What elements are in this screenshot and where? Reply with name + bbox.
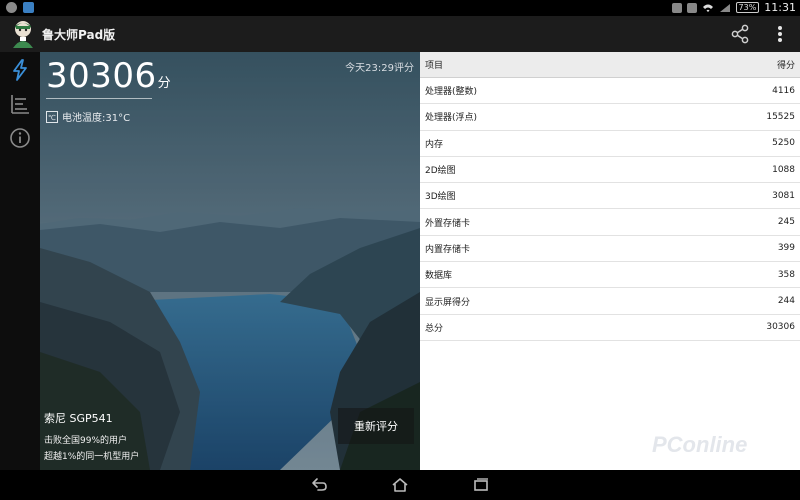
row-score: 15525 (766, 111, 795, 122)
wifi-icon (702, 4, 713, 12)
column-header-score: 得分 (776, 61, 795, 71)
table-row[interactable]: 2D绘图 1088 (420, 157, 800, 184)
table-row[interactable]: 内置存储卡 399 (420, 236, 800, 263)
overflow-menu-icon[interactable] (770, 22, 790, 46)
share-icon[interactable] (728, 22, 752, 46)
row-score: 1088 (772, 164, 795, 175)
row-item: 处理器(浮点) (425, 113, 478, 124)
watermark: PConline (652, 432, 748, 457)
row-score: 3081 (772, 190, 795, 201)
app-title: 鲁大师Pad版 (42, 28, 116, 42)
table-row[interactable]: 处理器(浮点) 15525 (420, 104, 800, 131)
side-nav (0, 52, 40, 470)
action-bar: 鲁大师Pad版 (0, 16, 800, 52)
back-icon[interactable] (310, 477, 328, 493)
row-score: 30306 (766, 322, 795, 333)
list-icon[interactable] (8, 92, 32, 116)
battery-temperature-text: 电池温度:31°C (62, 113, 131, 124)
row-item: 内存 (425, 139, 444, 150)
row-score: 245 (777, 217, 795, 228)
row-score: 399 (777, 243, 795, 254)
alarm-icon (686, 2, 697, 13)
row-item: 外置存储卡 (425, 218, 471, 229)
thermometer-icon: ℃ (46, 110, 58, 123)
signal-icon (719, 3, 730, 12)
recents-icon[interactable] (472, 477, 490, 493)
svg-text:℃: ℃ (48, 114, 56, 122)
table-row[interactable]: 外置存储卡 245 (420, 209, 800, 236)
row-score: 244 (777, 296, 795, 307)
notification-icons (6, 2, 34, 13)
row-score: 5250 (772, 138, 795, 149)
info-icon[interactable] (8, 126, 32, 150)
clock: 11:31 (764, 1, 796, 14)
home-icon[interactable] (391, 477, 409, 493)
battery-temperature: ℃ 电池温度:31°C (46, 109, 130, 124)
notification-icon (6, 2, 17, 13)
evaluation-time: 今天23:29评分 (345, 63, 414, 74)
score-table: 项目 得分 处理器(整数) 4116 处理器(浮点) 15525 内存 5250 2D… (420, 52, 800, 470)
app-notification-icon (23, 2, 34, 13)
status-bar: 73% 11:31 (0, 0, 800, 16)
column-header-item: 项目 (425, 61, 444, 71)
table-row[interactable]: 3D绘图 3081 (420, 183, 800, 210)
rescore-button[interactable]: 重新评分 (338, 408, 414, 444)
score-divider (46, 98, 152, 99)
row-item: 总分 (425, 323, 444, 334)
rank-model-text: 超越1%的同一机型用户 (44, 452, 140, 462)
table-row-total[interactable]: 总分 30306 (420, 315, 800, 341)
row-item: 数据库 (425, 271, 453, 282)
status-indicators: 73% 11:31 (671, 1, 796, 14)
app-logo-icon[interactable] (10, 20, 36, 48)
table-row[interactable]: 显示屏得分 244 (420, 288, 800, 315)
score-unit: 分 (157, 76, 172, 91)
row-score: 4116 (772, 85, 795, 96)
row-item: 处理器(整数) (425, 87, 478, 98)
row-item: 显示屏得分 (425, 297, 471, 308)
table-row[interactable]: 处理器(整数) 4116 (420, 78, 800, 105)
table-row[interactable]: 数据库 358 (420, 262, 800, 289)
row-item: 2D绘图 (425, 166, 456, 177)
vibrate-icon (671, 2, 682, 13)
table-row[interactable]: 内存 5250 (420, 131, 800, 157)
row-score: 358 (777, 269, 795, 280)
lightning-icon[interactable] (8, 58, 32, 82)
device-name: 索尼 SGP541 (44, 412, 113, 425)
row-item: 3D绘图 (425, 192, 456, 203)
table-header: 项目 得分 (420, 52, 800, 78)
row-item: 内置存储卡 (425, 244, 471, 255)
total-score: 30306分 (46, 56, 171, 96)
rank-beat-text: 击败全国99%的用户 (44, 436, 128, 446)
score-panel: 30306分 今天23:29评分 ℃ 电池温度:31°C 索尼 SGP541 击… (40, 52, 420, 470)
system-nav-bar (0, 470, 800, 500)
score-value: 30306 (46, 56, 157, 96)
battery-indicator: 73% (735, 2, 760, 13)
